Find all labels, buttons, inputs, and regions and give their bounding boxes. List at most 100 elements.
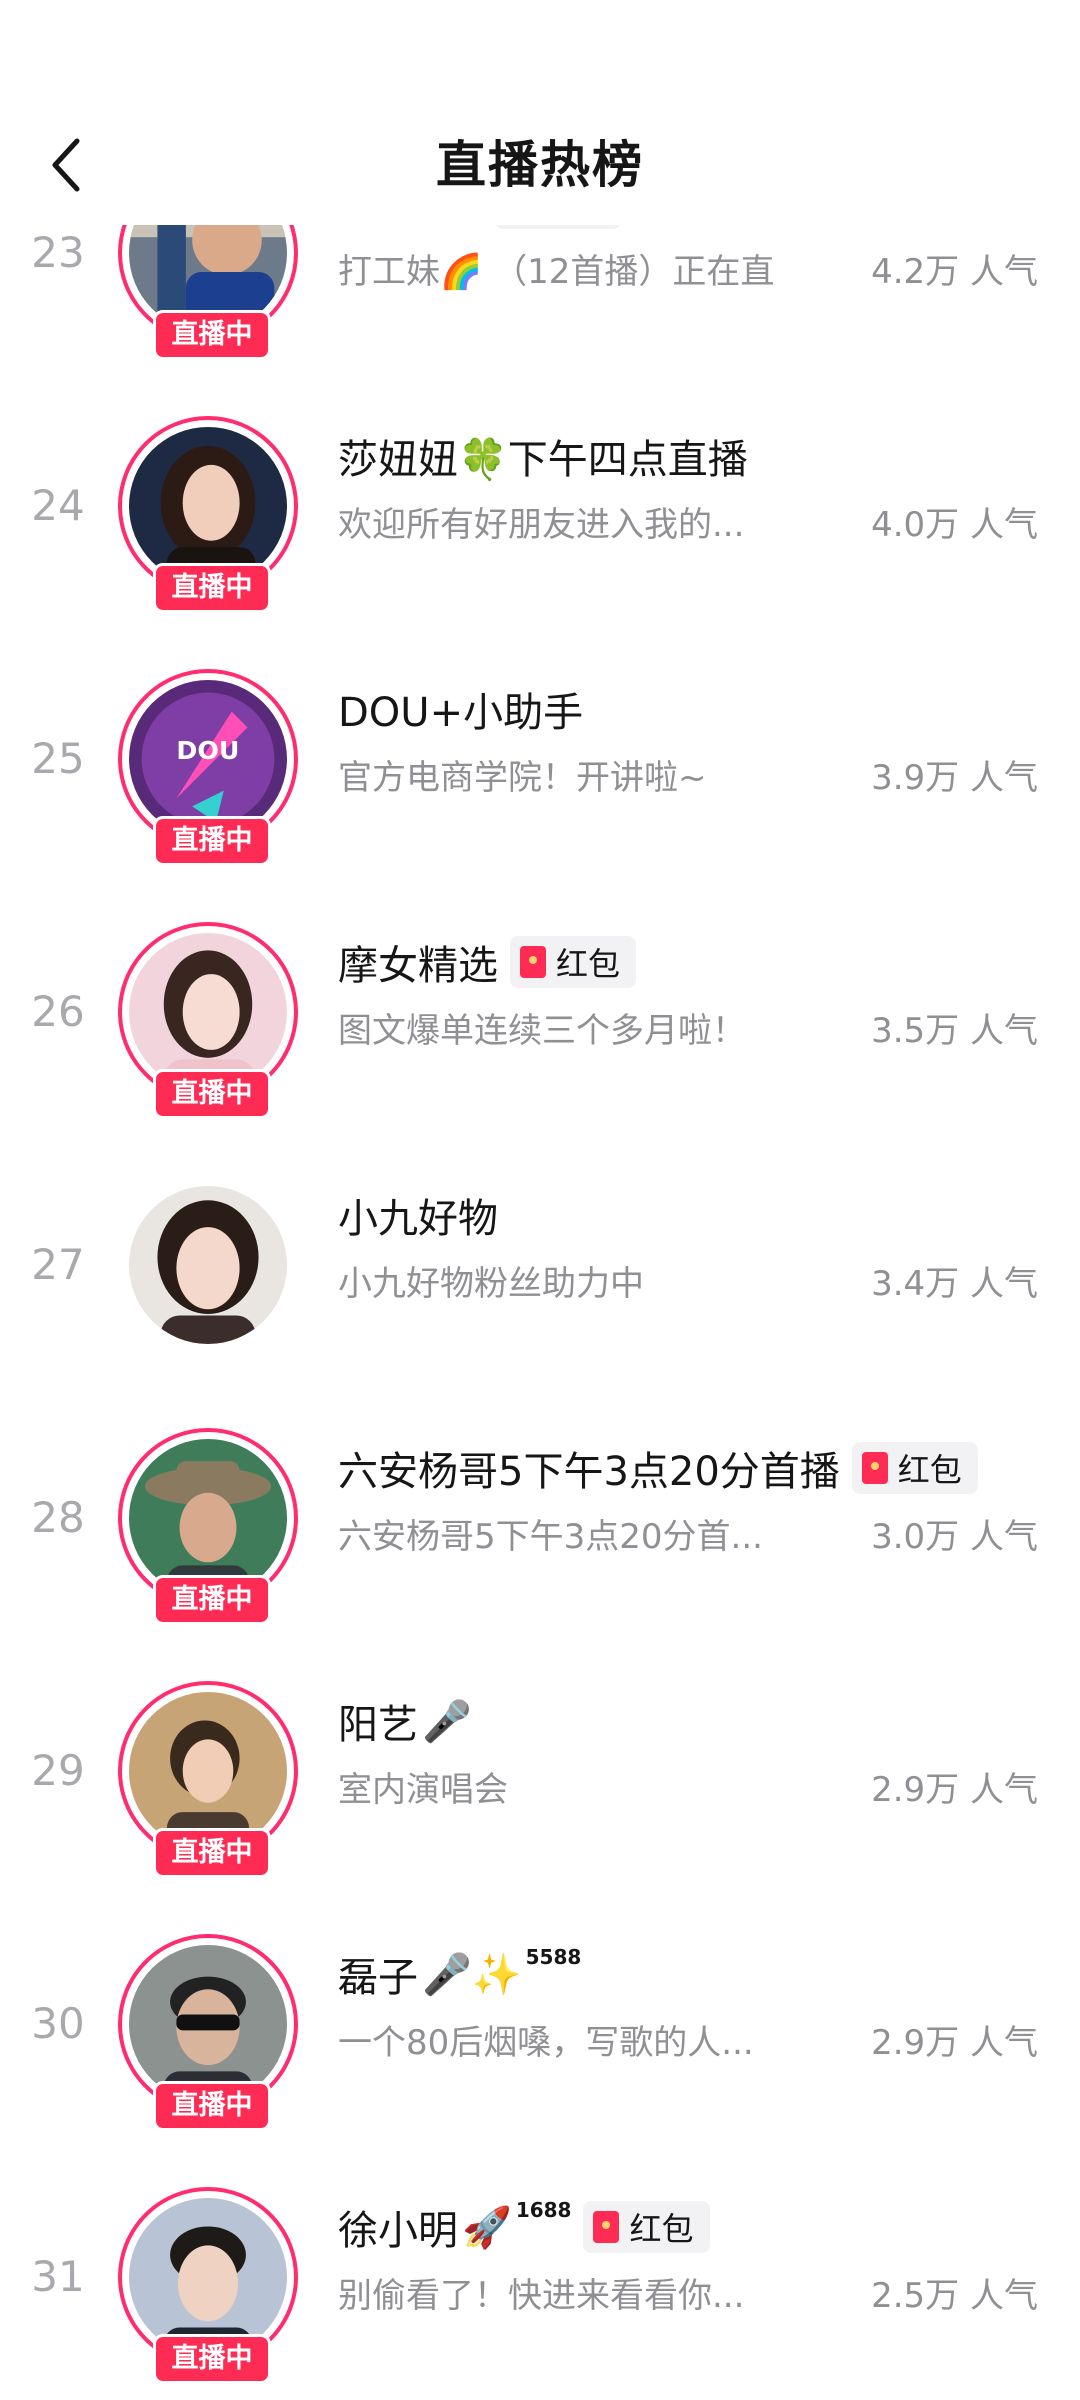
popularity: 3.5万 人气	[871, 1003, 1038, 1059]
avatar	[129, 1439, 287, 1597]
popularity: 3.0万 人气	[871, 1509, 1038, 1565]
streamer-name: 阳艺	[338, 1702, 418, 1748]
popularity: 2.9万 人气	[871, 1762, 1038, 1818]
avatar-container[interactable]: 直播中	[118, 922, 298, 1119]
popularity: 4.2万 人气	[871, 244, 1038, 300]
red-envelope-icon	[520, 946, 546, 978]
list-item[interactable]: 28 直播中 六安杨哥5下午3点20分首播 红包六安杨哥5下午3点20分首... 3.0…	[0, 1391, 1080, 1644]
avatar-container[interactable]: 直播中	[118, 1934, 298, 2131]
popularity-value: 4.2万	[871, 252, 960, 292]
page-title: 直播热榜	[436, 136, 644, 194]
list-item[interactable]: 30 直播中 磊子 🎤✨ 5588 一个80后烟嗓，写歌的人... 2.9万 人气	[0, 1897, 1080, 2150]
stream-description: 官方电商学院！开讲啦~	[338, 758, 707, 798]
popularity-value: 2.9万	[871, 1770, 960, 1810]
avatar-container[interactable]: 直播中	[118, 416, 298, 613]
live-hot-list: 23直播中打工妹2红包打工妹🌈 （12首播）正在直4.2万 人气24直播中莎妞妞…	[0, 0, 1080, 2400]
popularity: 2.9万 人气	[871, 2015, 1038, 2071]
rank-number: 27	[31, 1240, 85, 1289]
popularity-value: 3.0万	[871, 1517, 960, 1557]
red-envelope-icon	[593, 2211, 620, 2243]
rank-number: 29	[31, 1746, 85, 1795]
popularity-value: 3.9万	[871, 758, 960, 798]
streamer-name: 莎妞妞🍀下午四点直播	[338, 437, 748, 483]
popularity-suffix: 人气	[970, 505, 1038, 545]
popularity-suffix: 人气	[970, 2023, 1038, 2063]
list-item[interactable]: 25 DOU 直播中 DOU+小助手官方电商学院！开讲啦~ 3.9万 人气	[0, 632, 1080, 885]
name-line: 小九好物	[338, 1180, 498, 1250]
red-packet-tag[interactable]: 红包	[583, 2201, 710, 2253]
popularity-suffix: 人气	[970, 758, 1038, 798]
popularity: 4.0万 人气	[871, 497, 1038, 553]
fan-level-number: 1688	[515, 2198, 572, 2222]
stream-description: 欢迎所有好朋友进入我的...	[338, 505, 745, 545]
stream-description: 图文爆单连续三个多月啦！	[338, 1011, 746, 1051]
avatar: DOU	[129, 680, 287, 838]
stream-description: 小九好物粉丝助力中	[338, 1264, 644, 1304]
rank-number: 30	[31, 1999, 85, 2048]
avatar-container[interactable]	[118, 1175, 298, 1355]
popularity-value: 3.4万	[871, 1264, 960, 1304]
popularity: 3.9万 人气	[871, 750, 1038, 806]
name-line: 莎妞妞🍀下午四点直播	[338, 421, 748, 491]
red-packet-tag[interactable]: 红包	[510, 936, 637, 988]
live-badge: 直播中	[153, 563, 271, 613]
red-packet-tag[interactable]: 红包	[851, 1442, 978, 1494]
live-badge: 直播中	[153, 1575, 271, 1625]
avatar	[129, 427, 287, 585]
list-item[interactable]: 27 小九好物小九好物粉丝助力中 3.4万 人气	[0, 1138, 1080, 1391]
avatar-container[interactable]: 直播中	[118, 1681, 298, 1878]
stream-description: 打工妹🌈 （12首播）正在直	[338, 252, 775, 292]
red-packet-label: 红包	[556, 945, 621, 983]
avatar	[129, 1945, 287, 2103]
streamer-name: 徐小明	[338, 2208, 458, 2254]
name-line: 摩女精选 红包	[338, 927, 637, 997]
red-envelope-icon	[861, 1452, 888, 1484]
name-line: DOU+小助手	[338, 674, 583, 744]
list-item[interactable]: 29 直播中 阳艺 🎤 室内演唱会 2.9万 人气	[0, 1644, 1080, 1897]
avatar-container[interactable]: 直播中	[118, 1428, 298, 1625]
avatar	[129, 933, 287, 1091]
popularity-suffix: 人气	[970, 2276, 1038, 2316]
avatar-container[interactable]: DOU 直播中	[118, 669, 298, 866]
list-item[interactable]: 31 直播中 徐小明 🚀 1688 红包 别偷看了！快进来看看你... 2.5万 人气	[0, 2150, 1080, 2400]
live-badge: 直播中	[153, 1828, 271, 1878]
name-emoji: 🎤✨	[422, 1951, 522, 1998]
live-badge: 直播中	[153, 1069, 271, 1119]
svg-text:DOU: DOU	[176, 736, 239, 765]
streamer-name: 小九好物	[338, 1196, 498, 1242]
stream-description: 室内演唱会	[338, 1770, 508, 1810]
avatar	[129, 1186, 287, 1344]
list-item[interactable]: 26 直播中 摩女精选 红包图文爆单连续三个多月啦！ 3.5万 人气	[0, 885, 1080, 1138]
popularity: 2.5万 人气	[871, 2268, 1038, 2324]
stream-description: 别偷看了！快进来看看你...	[338, 2276, 745, 2316]
name-emoji: 🎤	[422, 1698, 472, 1745]
popularity-suffix: 人气	[970, 1770, 1038, 1810]
live-badge: 直播中	[153, 2334, 271, 2384]
red-packet-label: 红包	[629, 2210, 694, 2248]
streamer-name: 磊子	[338, 1955, 418, 2001]
popularity-suffix: 人气	[970, 1264, 1038, 1304]
name-line: 徐小明 🚀 1688 红包	[338, 2192, 710, 2262]
rank-number: 28	[31, 1493, 85, 1542]
avatar-container[interactable]: 直播中	[118, 2187, 298, 2384]
streamer-name: 摩女精选	[338, 943, 498, 989]
rank-number: 31	[31, 2252, 85, 2301]
rank-number: 26	[31, 987, 85, 1036]
avatar	[129, 1692, 287, 1850]
name-line: 磊子 🎤✨ 5588	[338, 1939, 581, 2009]
popularity-value: 4.0万	[871, 505, 960, 545]
fan-level-number: 5588	[525, 1945, 582, 1969]
name-line: 六安杨哥5下午3点20分首播 红包	[338, 1433, 978, 1503]
top-bar: 直播热榜	[0, 0, 1080, 225]
stream-description: 六安杨哥5下午3点20分首...	[338, 1517, 763, 1557]
rank-number: 25	[31, 734, 85, 783]
popularity-suffix: 人气	[970, 252, 1038, 292]
streamer-name: 六安杨哥5下午3点20分首播	[338, 1449, 840, 1495]
live-badge: 直播中	[153, 310, 271, 360]
stream-description: 一个80后烟嗓，写歌的人...	[338, 2023, 754, 2063]
popularity: 3.4万 人气	[871, 1256, 1038, 1312]
popularity-suffix: 人气	[970, 1517, 1038, 1557]
list-item[interactable]: 24 直播中 莎妞妞🍀下午四点直播 欢迎所有好朋友进入我的... 4.0万 人气	[0, 379, 1080, 632]
red-packet-label: 红包	[897, 1451, 962, 1489]
popularity-suffix: 人气	[970, 1011, 1038, 1051]
